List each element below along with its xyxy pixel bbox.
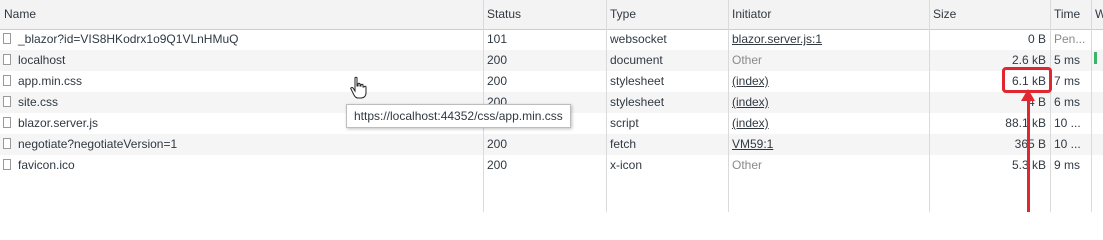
request-time: 7 ms bbox=[1054, 74, 1081, 88]
request-type: x-icon bbox=[610, 158, 643, 172]
file-icon bbox=[3, 138, 11, 149]
request-status: 101 bbox=[487, 32, 508, 46]
request-size: 0 B bbox=[1027, 32, 1046, 46]
request-initiator-link[interactable]: VM59:1 bbox=[728, 134, 929, 155]
hand-pointer-icon bbox=[350, 76, 367, 99]
column-header-status[interactable]: Status bbox=[483, 0, 606, 29]
request-time: 5 ms bbox=[1054, 53, 1081, 67]
column-header-waterfall[interactable]: W bbox=[1091, 0, 1103, 29]
request-name: negotiate?negotiateVersion=1 bbox=[18, 137, 178, 151]
column-divider[interactable] bbox=[606, 0, 607, 212]
table-row[interactable]: app.min.css 200 stylesheet (index) 6.1 k… bbox=[0, 71, 1103, 92]
file-icon bbox=[3, 96, 11, 107]
request-name: app.min.css bbox=[18, 74, 83, 88]
request-time: 10 ... bbox=[1054, 116, 1081, 130]
file-icon bbox=[3, 54, 11, 65]
column-header-time[interactable]: Time bbox=[1050, 0, 1091, 29]
request-type: websocket bbox=[610, 32, 667, 46]
column-header-initiator[interactable]: Initiator bbox=[728, 0, 929, 29]
table-header: Name Status Type Initiator Size Time W bbox=[0, 0, 1103, 30]
column-header-size[interactable]: Size bbox=[929, 0, 1050, 29]
column-header-type[interactable]: Type bbox=[606, 0, 728, 29]
request-type: fetch bbox=[610, 137, 637, 151]
file-icon bbox=[3, 117, 11, 128]
table-row[interactable]: negotiate?negotiateVersion=1 200 fetch V… bbox=[0, 134, 1103, 155]
request-time: 9 ms bbox=[1054, 158, 1081, 172]
request-size: 5.3 kB bbox=[1011, 158, 1046, 172]
column-header-name[interactable]: Name bbox=[0, 0, 483, 29]
annotation-arrow bbox=[1027, 98, 1030, 212]
file-icon bbox=[3, 33, 11, 44]
request-time: 10 ... bbox=[1054, 137, 1081, 151]
request-status: 200 bbox=[487, 74, 508, 88]
column-divider[interactable] bbox=[728, 0, 729, 212]
column-divider[interactable] bbox=[1091, 0, 1092, 212]
request-status: 200 bbox=[487, 137, 508, 151]
column-divider[interactable] bbox=[929, 0, 930, 212]
table-row[interactable]: _blazor?id=VIS8HKodrx1o9Q1VLnHMuQ 101 we… bbox=[0, 29, 1103, 50]
request-type: script bbox=[610, 116, 639, 130]
request-name: localhost bbox=[18, 53, 66, 67]
request-initiator-link[interactable]: (index) bbox=[728, 92, 929, 113]
request-name: _blazor?id=VIS8HKodrx1o9Q1VLnHMuQ bbox=[18, 32, 239, 46]
request-initiator-link[interactable]: (index) bbox=[728, 71, 929, 92]
request-type: document bbox=[610, 53, 663, 67]
request-size: 88.1 kB bbox=[1005, 116, 1046, 130]
column-divider[interactable] bbox=[1050, 0, 1051, 212]
request-time: 6 ms bbox=[1054, 95, 1081, 109]
request-initiator: Other bbox=[732, 53, 763, 67]
table-row[interactable]: localhost 200 document Other 2.6 kB 5 ms bbox=[0, 50, 1103, 71]
request-initiator: Other bbox=[732, 158, 763, 172]
waterfall-bar bbox=[1094, 52, 1097, 64]
request-status: 200 bbox=[487, 53, 508, 67]
request-name: favicon.ico bbox=[18, 158, 75, 172]
request-size: 365 B bbox=[1014, 137, 1046, 151]
table-row[interactable]: favicon.ico 200 x-icon Other 5.3 kB 9 ms bbox=[0, 155, 1103, 176]
request-time: Pen... bbox=[1054, 32, 1086, 46]
file-icon bbox=[3, 159, 11, 170]
request-status: 200 bbox=[487, 158, 508, 172]
request-initiator-link[interactable]: blazor.server.js:1 bbox=[728, 29, 929, 50]
request-type: stylesheet bbox=[610, 74, 665, 88]
file-icon bbox=[3, 75, 11, 86]
request-initiator-link[interactable]: (index) bbox=[728, 113, 929, 134]
request-type: stylesheet bbox=[610, 95, 665, 109]
url-tooltip: https://localhost:44352/css/app.min.css bbox=[346, 104, 571, 128]
